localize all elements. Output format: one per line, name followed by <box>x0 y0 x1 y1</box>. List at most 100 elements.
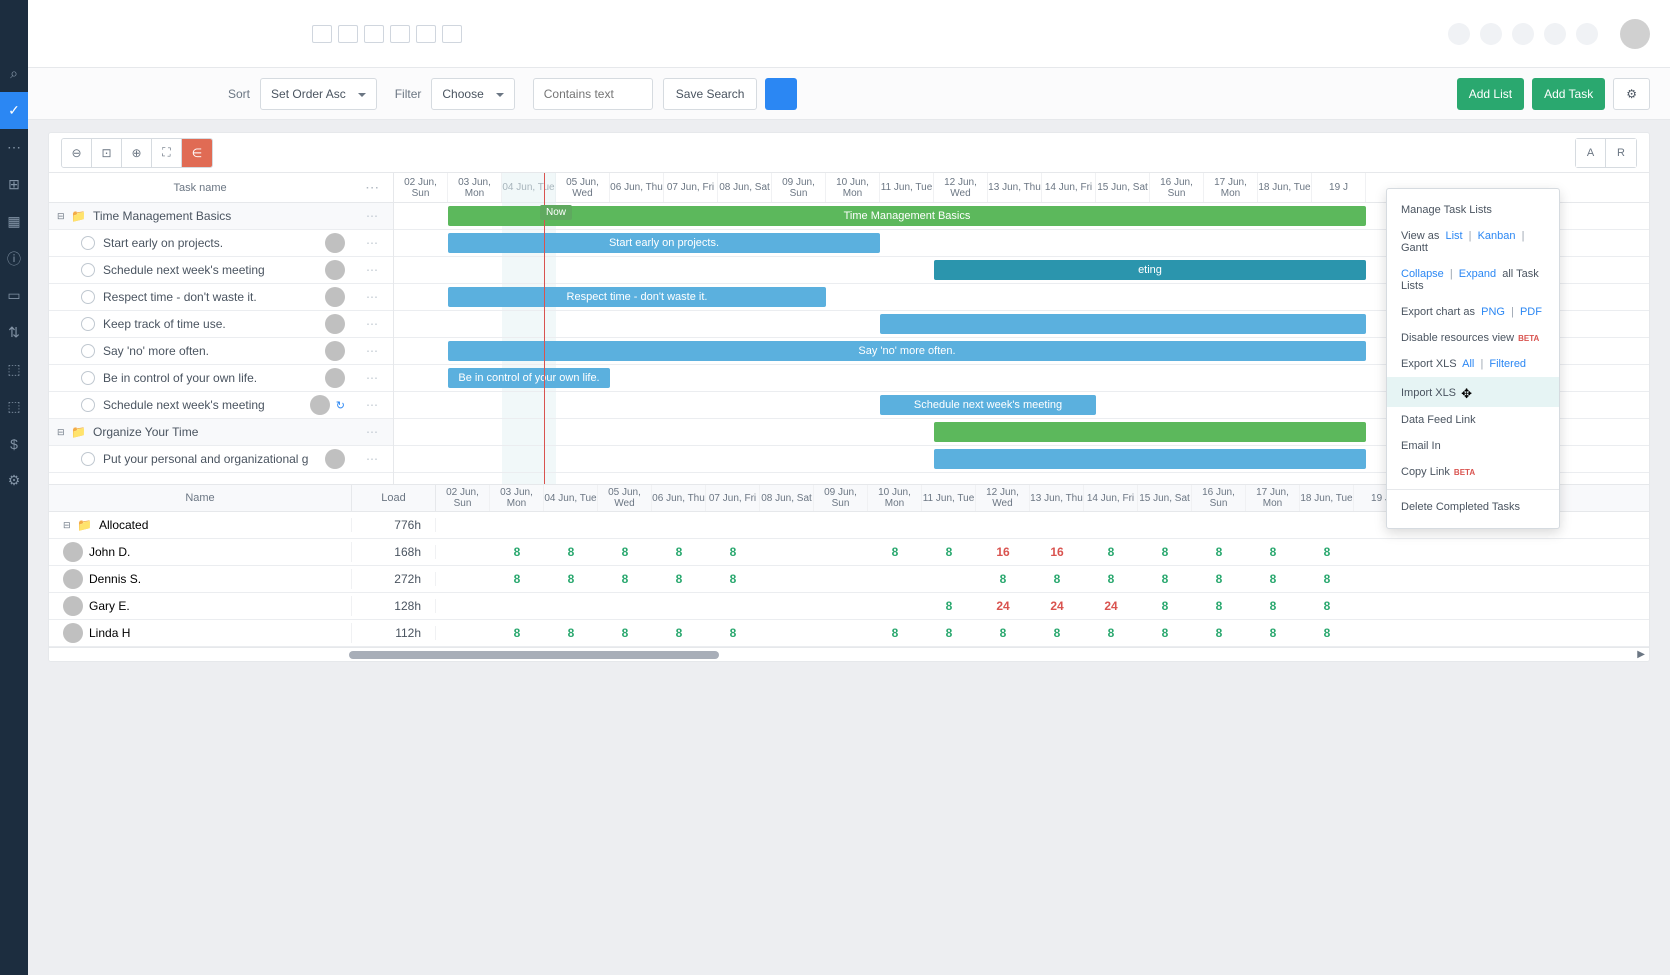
view-icon-1[interactable] <box>312 25 332 43</box>
menu-email-in[interactable]: Email In <box>1387 433 1559 459</box>
view-r-button[interactable]: R <box>1606 139 1636 167</box>
fullscreen-button[interactable]: ⛶ <box>152 139 182 167</box>
assignee-avatar[interactable] <box>325 233 345 253</box>
menu-copy-link[interactable]: Copy LinkBETA <box>1387 459 1559 485</box>
sidebar-calendar-icon[interactable]: ▦ <box>0 203 28 240</box>
task-group-row[interactable]: ⊟📁Organize Your Time⋯ <box>49 419 393 446</box>
sidebar-equalizer-icon[interactable]: ⇅ <box>0 314 28 351</box>
avatar[interactable] <box>1620 19 1650 49</box>
task-row[interactable]: Start early on projects.⋯ <box>49 230 393 257</box>
zoom-fit-button[interactable]: ⊡ <box>92 139 122 167</box>
menu-view-list[interactable]: List <box>1445 230 1462 242</box>
task-row[interactable]: Be in control of your own life.⋯ <box>49 365 393 392</box>
menu-collapse[interactable]: Collapse <box>1401 268 1444 280</box>
row-menu-icon[interactable]: ⋯ <box>351 290 393 304</box>
sidebar-gear-icon[interactable]: ⚙ <box>0 462 28 499</box>
save-search-button[interactable]: Save Search <box>663 78 758 110</box>
add-task-button[interactable]: Add Task <box>1532 78 1605 110</box>
check-circle-icon[interactable] <box>81 344 95 358</box>
sidebar-info-icon[interactable]: ⓘ <box>0 240 28 277</box>
check-circle-icon[interactable] <box>81 371 95 385</box>
assignee-avatar[interactable] <box>325 314 345 334</box>
view-icon-3[interactable] <box>364 25 384 43</box>
view-icon-6[interactable] <box>442 25 462 43</box>
task-group-row[interactable]: ⊟📁Time Management Basics⋯ <box>49 203 393 230</box>
resource-row[interactable]: Linda H112h88888888888888 <box>49 620 1649 647</box>
sidebar-search-icon[interactable]: ⌕ <box>0 55 28 92</box>
menu-view-kanban[interactable]: Kanban <box>1478 230 1516 242</box>
assignee-avatar[interactable] <box>325 341 345 361</box>
gantt-bar[interactable]: Respect time - don't waste it. <box>448 287 826 307</box>
sidebar-folder-icon[interactable]: ▭ <box>0 277 28 314</box>
check-circle-icon[interactable] <box>81 236 95 250</box>
top-icon-5[interactable] <box>1576 23 1598 45</box>
assignee-avatar[interactable] <box>325 449 345 469</box>
menu-view-gantt[interactable]: Gantt <box>1401 242 1428 254</box>
gantt-bar[interactable]: Say 'no' more often. <box>448 341 1366 361</box>
menu-export-filtered[interactable]: Filtered <box>1489 358 1526 370</box>
menu-export-png[interactable]: PNG <box>1481 306 1505 318</box>
top-icon-1[interactable] <box>1448 23 1470 45</box>
menu-data-feed[interactable]: Data Feed Link <box>1387 407 1559 433</box>
gantt-bar[interactable]: Start early on projects. <box>448 233 880 253</box>
filter-button[interactable] <box>765 78 797 110</box>
zoom-reset-button[interactable]: ∈ <box>182 139 212 167</box>
zoom-out-button[interactable]: ⊖ <box>62 139 92 167</box>
assignee-avatar[interactable] <box>325 260 345 280</box>
settings-gear-button[interactable]: ⚙ <box>1613 78 1650 110</box>
horizontal-scrollbar[interactable]: ▶ <box>49 647 1649 661</box>
view-icon-5[interactable] <box>416 25 436 43</box>
view-icon-4[interactable] <box>390 25 410 43</box>
menu-export-all[interactable]: All <box>1462 358 1474 370</box>
gantt-bar[interactable] <box>934 422 1366 442</box>
add-list-button[interactable]: Add List <box>1457 78 1524 110</box>
task-row[interactable]: Keep track of time use.⋯ <box>49 311 393 338</box>
gantt-bar[interactable] <box>934 449 1366 469</box>
row-menu-icon[interactable]: ⋯ <box>351 452 393 466</box>
row-menu-icon[interactable]: ⋯ <box>351 398 393 412</box>
sidebar-board-icon[interactable]: ⊞ <box>0 166 28 203</box>
gantt-bar[interactable]: eting <box>934 260 1366 280</box>
row-menu-icon[interactable]: ⋯ <box>351 344 393 358</box>
scroll-right-arrow[interactable]: ▶ <box>1637 649 1645 660</box>
check-circle-icon[interactable] <box>81 290 95 304</box>
menu-expand[interactable]: Expand <box>1459 268 1496 280</box>
resource-row[interactable]: Dennis S.272h888888888888 <box>49 566 1649 593</box>
assignee-avatar[interactable] <box>325 368 345 388</box>
row-menu-icon[interactable]: ⋯ <box>351 236 393 250</box>
sidebar-user-icon[interactable]: ⬚ <box>0 351 28 388</box>
sidebar-lock-icon[interactable]: ⬚ <box>0 388 28 425</box>
row-menu-icon[interactable]: ⋯ <box>351 317 393 331</box>
resource-row[interactable]: Gary E.128h82424248888 <box>49 593 1649 620</box>
top-icon-4[interactable] <box>1544 23 1566 45</box>
sidebar-check-icon[interactable]: ✓ <box>0 92 28 129</box>
menu-delete-completed[interactable]: Delete Completed Tasks <box>1387 494 1559 520</box>
sidebar-chat-icon[interactable]: ⋯ <box>0 129 28 166</box>
row-menu-icon[interactable]: ⋯ <box>351 263 393 277</box>
row-menu-icon[interactable]: ⋯ <box>351 371 393 385</box>
task-row[interactable]: Schedule next week's meeting↻⋯ <box>49 392 393 419</box>
row-menu-icon[interactable]: ⋯ <box>351 209 393 223</box>
resource-row[interactable]: John D.168h8888888161688888 <box>49 539 1649 566</box>
menu-disable-resources[interactable]: Disable resources viewBETA <box>1387 325 1559 351</box>
top-icon-3[interactable] <box>1512 23 1534 45</box>
gantt-bar[interactable]: Be in control of your own life. <box>448 368 610 388</box>
check-circle-icon[interactable] <box>81 398 95 412</box>
task-row[interactable]: Say 'no' more often.⋯ <box>49 338 393 365</box>
filter-dropdown[interactable]: Choose <box>431 78 514 110</box>
check-circle-icon[interactable] <box>81 263 95 277</box>
gantt-bar[interactable] <box>880 314 1366 334</box>
check-circle-icon[interactable] <box>81 452 95 466</box>
top-icon-2[interactable] <box>1480 23 1502 45</box>
assignee-avatar[interactable] <box>325 287 345 307</box>
task-row[interactable]: Schedule next week's meeting⋯ <box>49 257 393 284</box>
row-menu-icon[interactable]: ⋯ <box>351 425 393 439</box>
sort-dropdown[interactable]: Set Order Asc <box>260 78 377 110</box>
task-row[interactable]: Respect time - don't waste it.⋯ <box>49 284 393 311</box>
search-input[interactable] <box>533 78 653 110</box>
scroll-thumb[interactable] <box>349 651 719 659</box>
sidebar-dollar-icon[interactable]: $ <box>0 425 28 462</box>
task-row[interactable]: Put your personal and organizational g⋯ <box>49 446 393 473</box>
gantt-bar[interactable]: Schedule next week's meeting <box>880 395 1096 415</box>
gantt-bar[interactable]: Time Management Basics <box>448 206 1366 226</box>
